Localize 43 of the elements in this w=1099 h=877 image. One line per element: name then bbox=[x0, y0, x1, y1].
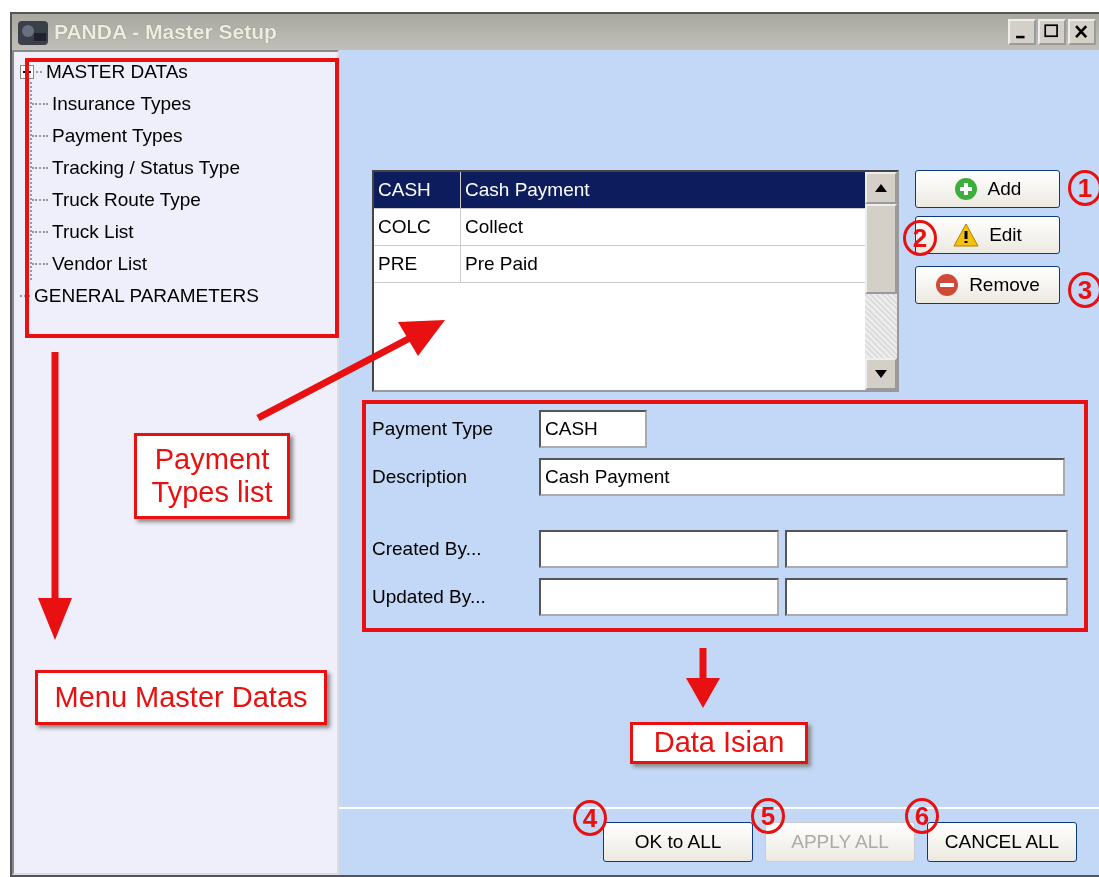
tree-item[interactable]: MASTER DATAs bbox=[46, 61, 188, 83]
step-marker: 3 bbox=[1068, 272, 1099, 308]
description-field[interactable]: Cash Payment bbox=[539, 458, 1065, 496]
list-row[interactable]: PRE Pre Paid bbox=[374, 246, 865, 283]
action-button[interactable]: CANCEL ALL bbox=[927, 822, 1077, 862]
payment-type-field[interactable]: CASH bbox=[539, 410, 647, 448]
tree-item[interactable]: Insurance Types bbox=[52, 93, 192, 115]
tree-item[interactable]: Tracking / Status Type bbox=[52, 157, 240, 179]
tree-item[interactable]: Payment Types bbox=[52, 125, 183, 147]
scroll-down-icon[interactable] bbox=[865, 358, 897, 390]
field-label: Updated By... bbox=[372, 586, 487, 608]
tree-item[interactable]: GENERAL PARAMETERS bbox=[34, 285, 259, 307]
step-marker: 4 bbox=[573, 800, 607, 836]
maximize-icon[interactable] bbox=[1038, 19, 1066, 45]
input-field[interactable] bbox=[785, 578, 1068, 616]
annotation-label: Payment Types list bbox=[134, 433, 290, 519]
window-title: PANDA - Master Setup bbox=[54, 20, 277, 44]
field-label: Created By... bbox=[372, 538, 483, 560]
remove-button[interactable]: Remove bbox=[915, 266, 1060, 304]
field-label: Payment Type bbox=[372, 418, 495, 440]
tree-item[interactable]: Vendor List bbox=[52, 253, 148, 275]
step-marker: 1 bbox=[1068, 170, 1099, 206]
field-label: Description bbox=[372, 466, 469, 488]
action-button[interactable]: OK to ALL bbox=[603, 822, 753, 862]
warning-icon bbox=[953, 223, 980, 247]
list-row[interactable]: COLC Collect bbox=[374, 209, 865, 246]
minus-icon bbox=[935, 273, 960, 297]
minimize-icon[interactable] bbox=[1008, 19, 1036, 45]
step-marker: 6 bbox=[905, 798, 939, 834]
tree-item[interactable]: Truck Route Type bbox=[52, 189, 201, 211]
scrollbar-thumb[interactable] bbox=[865, 204, 897, 294]
annotation-label: Menu Master Datas bbox=[35, 670, 327, 725]
input-field[interactable] bbox=[539, 578, 779, 616]
plus-icon bbox=[953, 177, 978, 201]
step-marker: 5 bbox=[751, 798, 785, 834]
tree-item[interactable]: Truck List bbox=[52, 221, 134, 243]
annotation-label: Data Isian bbox=[630, 722, 808, 764]
scroll-up-icon[interactable] bbox=[865, 172, 897, 204]
add-button[interactable]: Add bbox=[915, 170, 1060, 208]
close-icon[interactable] bbox=[1068, 19, 1096, 45]
input-field[interactable] bbox=[539, 530, 779, 568]
list-row[interactable]: CASH Cash Payment bbox=[374, 172, 865, 209]
input-field[interactable] bbox=[785, 530, 1068, 568]
